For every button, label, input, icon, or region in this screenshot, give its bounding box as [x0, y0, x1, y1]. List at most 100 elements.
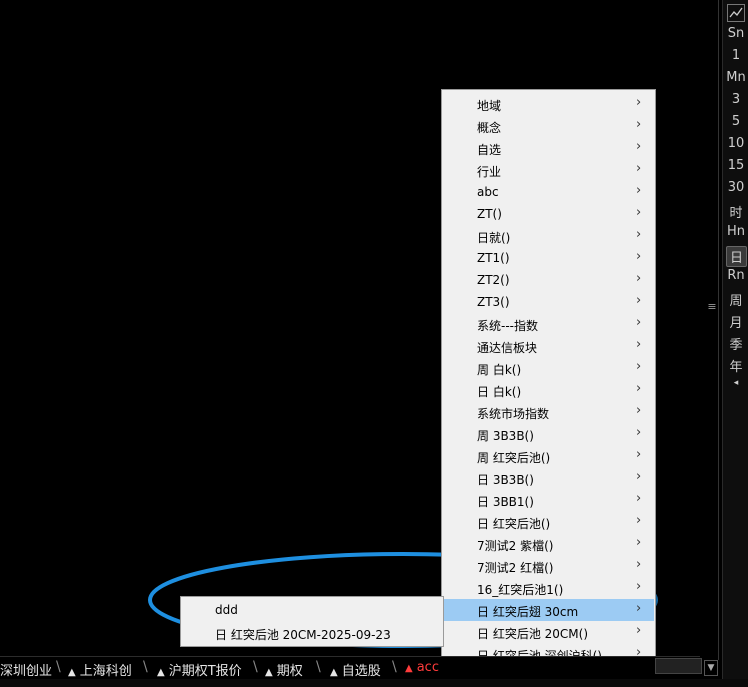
- submenu-arrow-icon: ›: [636, 95, 642, 110]
- menu-item[interactable]: 周 红突后池() ›: [443, 445, 654, 467]
- menu-item-label: 日 红突后池(): [477, 517, 551, 531]
- menu-item[interactable]: 日 红突后翅 30cm ›: [443, 599, 654, 621]
- menu-item-label: 地域: [477, 99, 502, 113]
- period-button[interactable]: 日: [726, 246, 747, 267]
- menu-item-label: 通达信板块: [477, 341, 538, 355]
- menu-item[interactable]: ZT3() ›: [443, 291, 654, 313]
- tab-options-t-quote[interactable]: ▲ 沪期权T报价: [157, 660, 242, 679]
- period-button[interactable]: 时: [723, 202, 748, 221]
- panel-resize-grip-icon[interactable]: ≡: [706, 300, 718, 313]
- period-button[interactable]: 10: [723, 136, 748, 151]
- submenu-item[interactable]: ddd: [215, 603, 238, 617]
- scroll-down-arrow-icon[interactable]: ▼: [704, 660, 718, 676]
- menu-item[interactable]: 7测试2 紫檔() ›: [443, 533, 654, 555]
- period-button[interactable]: 15: [723, 158, 748, 173]
- tab-label: acc: [416, 660, 439, 675]
- submenu-arrow-icon: ›: [636, 447, 642, 462]
- menu-item[interactable]: 自选 ›: [443, 137, 654, 159]
- submenu-arrow-icon: ›: [636, 579, 642, 594]
- menu-item[interactable]: 地域 ›: [443, 93, 654, 115]
- period-button[interactable]: Mn: [723, 70, 748, 85]
- submenu-arrow-icon: ›: [636, 381, 642, 396]
- period-button[interactable]: 月: [723, 312, 748, 331]
- menu-item-label: ZT1(): [477, 251, 510, 265]
- menu-item[interactable]: 系统---指数 ›: [443, 313, 654, 335]
- tab-separator: \: [392, 659, 397, 675]
- tab-label: 深圳创业: [0, 664, 53, 679]
- menu-item-label: 自选: [477, 143, 502, 157]
- menu-item[interactable]: ZT1() ›: [443, 247, 654, 269]
- menu-item[interactable]: 周 3B3B() ›: [443, 423, 654, 445]
- menu-item[interactable]: 16_红突后池1() ›: [443, 577, 654, 599]
- status-strip: [0, 679, 748, 687]
- tab-acc[interactable]: ▲ acc: [405, 660, 439, 675]
- chart-type-icon[interactable]: [727, 4, 745, 22]
- menu-item[interactable]: 系统市场指数 ›: [443, 401, 654, 423]
- menu-item-label: 7测试2 紫檔(): [477, 539, 554, 553]
- period-button[interactable]: Hn: [723, 224, 748, 239]
- menu-item[interactable]: abc ›: [443, 181, 654, 203]
- menu-item[interactable]: 日 3B3B() ›: [443, 467, 654, 489]
- menu-item[interactable]: 通达信板块 ›: [443, 335, 654, 357]
- period-button[interactable]: 周: [723, 290, 748, 309]
- submenu-arrow-icon: ›: [636, 183, 642, 198]
- menu-item-label: 系统---指数: [477, 319, 538, 333]
- menu-item[interactable]: 日 红突后池 20CM() ›: [443, 621, 654, 643]
- menu-item[interactable]: 日 红突后池() ›: [443, 511, 654, 533]
- tab-up-triangle-icon: ▲: [68, 667, 76, 678]
- context-submenu: ddd 日 红突后池 20CM-2025-09-23: [180, 596, 444, 647]
- menu-item[interactable]: 7测试2 红檔() ›: [443, 555, 654, 577]
- period-button[interactable]: 年: [723, 356, 748, 375]
- tab-label: 上海科创: [79, 664, 132, 679]
- menu-item[interactable]: ZT() ›: [443, 203, 654, 225]
- menu-item-label: 7测试2 红檔(): [477, 561, 554, 575]
- menu-item-label: ZT3(): [477, 295, 510, 309]
- menu-item-label: 概念: [477, 121, 502, 135]
- tab-separator: \: [56, 659, 61, 675]
- period-button[interactable]: 30: [723, 180, 748, 195]
- period-button[interactable]: 3: [723, 92, 748, 107]
- menu-item[interactable]: 日 3BB1() ›: [443, 489, 654, 511]
- submenu-arrow-icon: ›: [636, 315, 642, 330]
- toolbar-collapse-arrow-icon[interactable]: ◂: [723, 378, 748, 388]
- period-button[interactable]: 5: [723, 114, 748, 129]
- tab-separator: \: [316, 659, 321, 675]
- menu-item[interactable]: 周 白k() ›: [443, 357, 654, 379]
- menu-item-label: ZT(): [477, 207, 502, 221]
- submenu-arrow-icon: ›: [636, 139, 642, 154]
- tab-shanghai-kechuang[interactable]: ▲ 上海科创: [68, 660, 132, 679]
- period-button[interactable]: Rn: [723, 268, 748, 283]
- submenu-arrow-icon: ›: [636, 117, 642, 132]
- tab-options[interactable]: ▲ 期权: [265, 660, 303, 679]
- menu-item-label: 16_红突后池1(): [477, 583, 564, 597]
- context-menu: 地域 › 概念 › 自选 › 行业 › abc › ZT() › 日就() › ZT1() › ZT2() › ZT…: [441, 89, 656, 668]
- tab-shenzhen-chuangye[interactable]: 深圳创业: [0, 660, 52, 679]
- tab-watchlist[interactable]: ▲ 自选股: [330, 660, 381, 679]
- submenu-arrow-icon: ›: [636, 359, 642, 374]
- period-button[interactable]: 季: [723, 334, 748, 353]
- submenu-arrow-icon: ›: [636, 293, 642, 308]
- submenu-arrow-icon: ›: [636, 337, 642, 352]
- menu-item[interactable]: 行业 ›: [443, 159, 654, 181]
- menu-item-label: 系统市场指数: [477, 407, 550, 421]
- tab-up-triangle-icon: ▲: [265, 667, 273, 678]
- menu-item-label: ZT2(): [477, 273, 510, 287]
- submenu-arrow-icon: ›: [636, 601, 642, 616]
- chart-right-border: [718, 0, 719, 660]
- menu-item[interactable]: 概念 ›: [443, 115, 654, 137]
- sheet-tab-bar: 深圳创业 \ ▲ 上海科创 \ ▲ 沪期权T报价 \ ▲ 期权 \ ▲ 自选股 \ ▲ a…: [0, 656, 700, 679]
- menu-item[interactable]: 日 白k() ›: [443, 379, 654, 401]
- period-toolbar: Sn 1 Mn 3 5 10 15 30 时 Hn 日 Rn 周月季年 ◂: [722, 0, 748, 687]
- menu-item-label: abc: [477, 185, 499, 199]
- horizontal-scrollbar[interactable]: [655, 658, 702, 674]
- menu-item[interactable]: 日就() ›: [443, 225, 654, 247]
- menu-item-label: 日 红突后池 20CM(): [477, 627, 588, 641]
- submenu-item[interactable]: 日 红突后池 20CM-2025-09-23: [215, 626, 391, 643]
- tab-label: 沪期权T报价: [168, 664, 242, 679]
- menu-item[interactable]: ZT2() ›: [443, 269, 654, 291]
- menu-item-label: 日 3BB1(): [477, 495, 534, 509]
- menu-item-label: 行业: [477, 165, 502, 179]
- period-button[interactable]: Sn: [723, 26, 748, 41]
- period-button[interactable]: 1: [723, 48, 748, 63]
- menu-item-label: 日 白k(): [477, 385, 522, 399]
